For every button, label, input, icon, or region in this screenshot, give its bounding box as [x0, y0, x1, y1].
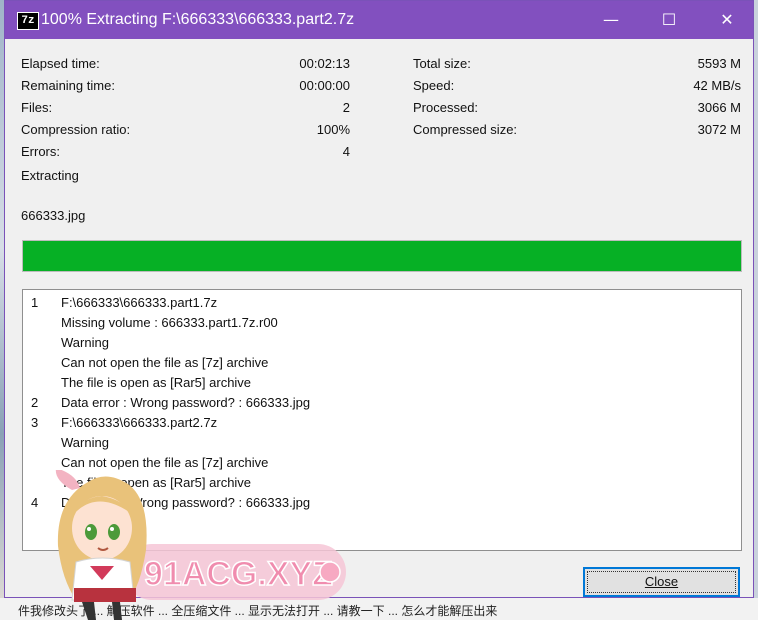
log-row-number: 1 [31, 295, 39, 310]
log-row-number: 2 [31, 395, 39, 410]
status-text: Extracting [21, 168, 79, 183]
files-label: Files: [21, 100, 53, 115]
log-row: Warning [23, 332, 741, 352]
close-window-button[interactable]: ✕ [704, 1, 750, 39]
maximize-button[interactable]: ☐ [646, 1, 692, 39]
processed-value: 3066 M [697, 100, 741, 115]
log-row: 1 F:\666333\666333.part1.7z [23, 292, 741, 312]
log-row-text: Warning [61, 435, 109, 450]
log-row-text: F:\666333\666333.part1.7z [61, 295, 218, 310]
errors-value: 4 [342, 144, 350, 159]
minimize-icon: — [603, 10, 619, 29]
window-title: 100% Extracting F:\666333\666333.part2.7… [41, 11, 355, 28]
peach-icon [319, 561, 341, 583]
log-row-number: 3 [31, 415, 39, 430]
log-row-text: Warning [61, 335, 109, 350]
compressed-size-label: Compressed size: [413, 122, 518, 137]
total-size-label: Total size: [413, 56, 471, 71]
watermark-text: 91ACG.XYZ [144, 555, 333, 593]
minimize-button[interactable]: — [588, 1, 634, 39]
elapsed-time-value: 00:02:13 [299, 56, 350, 71]
7zip-app-icon: 7z [17, 12, 39, 30]
log-row-text: The file is open as [Rar5] archive [61, 375, 252, 390]
elapsed-time-label: Elapsed time: [21, 56, 100, 71]
close-button[interactable]: Close [583, 567, 740, 597]
log-row-text: F:\666333\666333.part2.7z [61, 415, 218, 430]
log-row: The file is open as [Rar5] archive [23, 372, 741, 392]
log-row: Can not open the file as [7z] archive [23, 452, 741, 472]
files-value: 2 [342, 100, 350, 115]
speed-value: 42 MB/s [693, 78, 741, 93]
speed-label: Speed: [413, 78, 455, 93]
log-row: Missing volume : 666333.part1.7z.r00 [23, 312, 741, 332]
remaining-time-value: 00:00:00 [299, 78, 350, 93]
compressed-size-value: 3072 M [697, 122, 741, 137]
processed-label: Processed: [413, 100, 479, 115]
log-row: Warning [23, 432, 741, 452]
current-file-name: 666333.jpg [21, 208, 86, 223]
progress-fill [23, 241, 741, 271]
compression-ratio-value: 100% [316, 122, 350, 137]
log-row: 2 Data error : Wrong password? : 666333.j… [23, 392, 741, 412]
compression-ratio-label: Compression ratio: [21, 122, 131, 137]
log-row: Can not open the file as [7z] archive [23, 352, 741, 372]
remaining-time-label: Remaining time: [21, 78, 115, 93]
log-row-text: Data error : Wrong password? : 666333.jp… [61, 395, 311, 410]
errors-label: Errors: [21, 144, 60, 159]
log-row: 3 F:\666333\666333.part2.7z [23, 412, 741, 432]
total-size-value: 5593 M [697, 56, 741, 71]
log-row-text: Missing volume : 666333.part1.7z.r00 [61, 315, 278, 330]
maximize-icon: ☐ [661, 10, 677, 29]
title-bar[interactable]: 7z 100% Extracting F:\666333\666333.part… [5, 1, 753, 39]
anime-girl-icon [55, 470, 147, 620]
watermark-mascot: 91ACG.XYZ [55, 470, 346, 620]
log-row-text: Can not open the file as [7z] archive [61, 355, 269, 370]
close-icon: ✕ [720, 10, 734, 29]
progress-bar [22, 240, 742, 272]
log-row-text: Can not open the file as [7z] archive [61, 455, 269, 470]
